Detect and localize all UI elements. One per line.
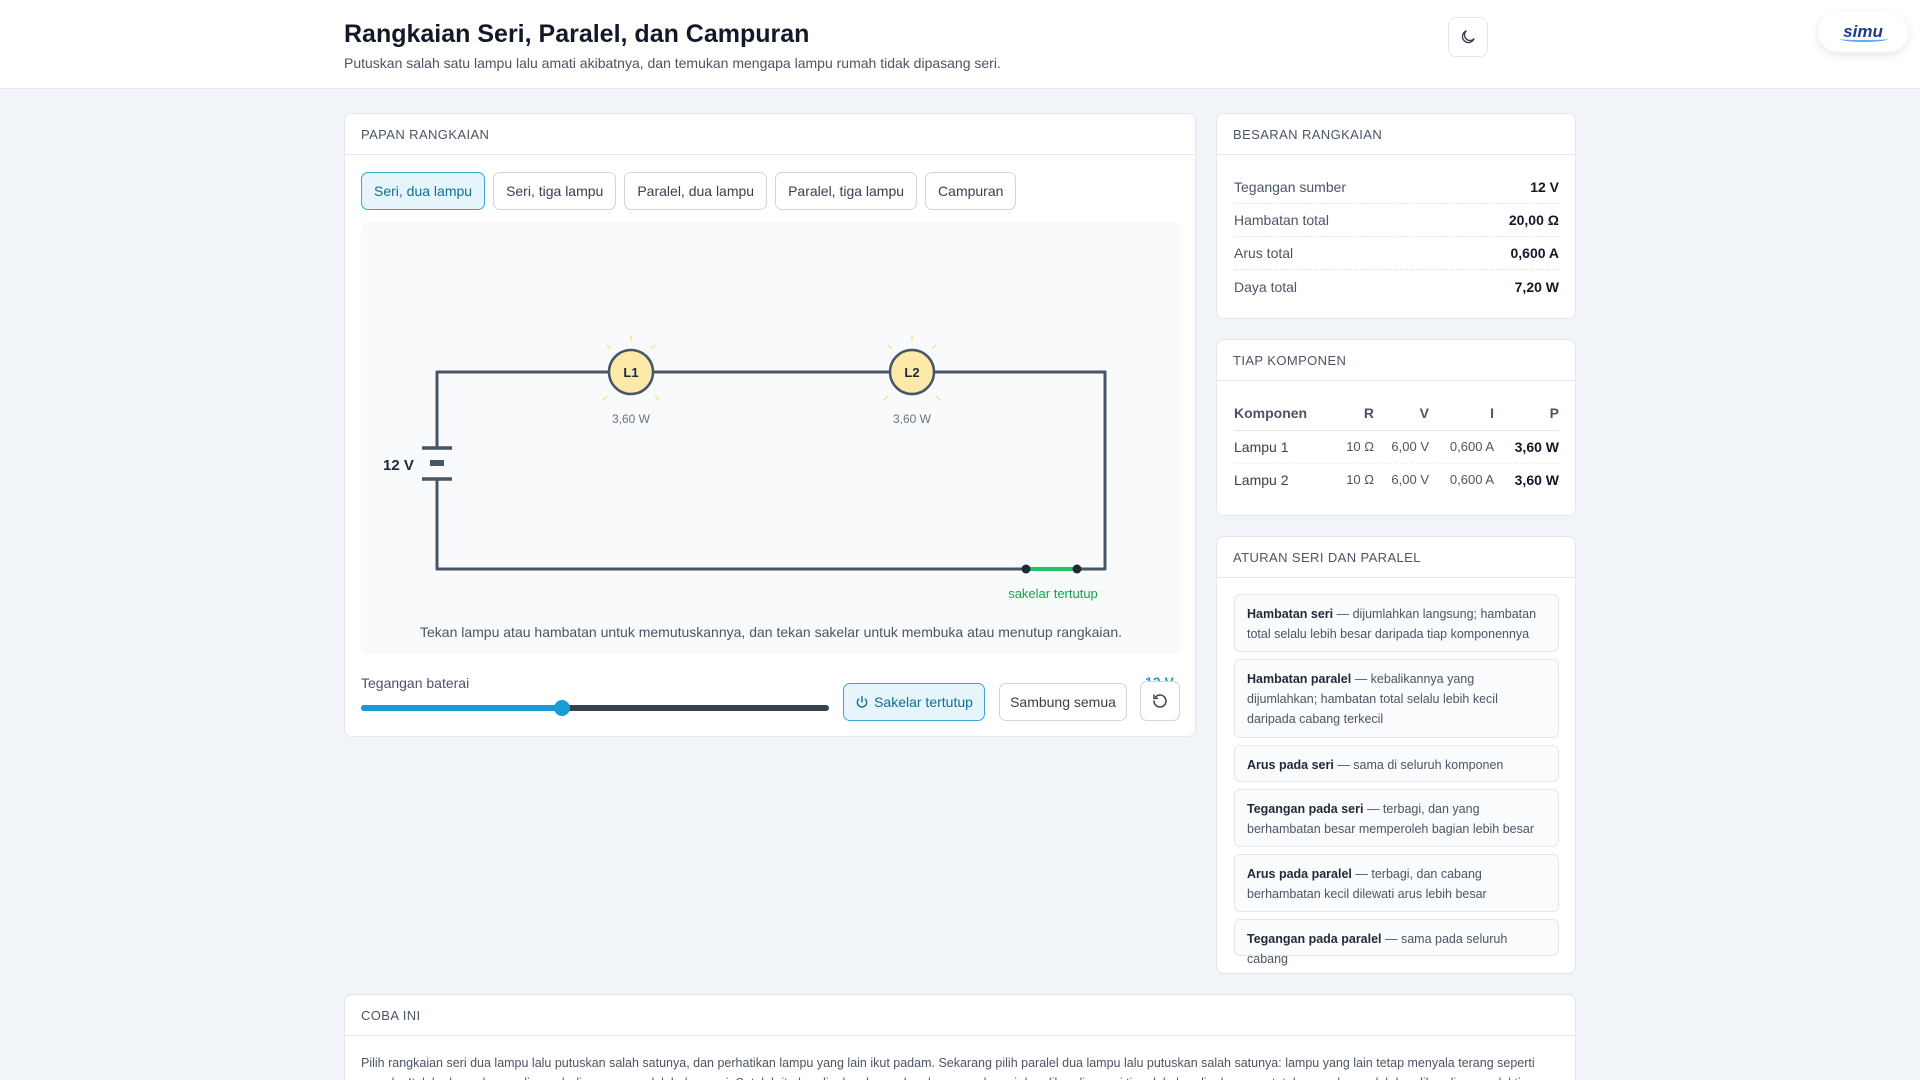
lamp-l2-power: 3,60 W (893, 412, 932, 426)
try-this-text: Pilih rangkaian seri dua lampu lalu putu… (361, 1056, 1538, 1080)
table-header-row: Komponen R V I P (1234, 396, 1559, 431)
battery[interactable] (422, 446, 452, 481)
quantity-label: Tegangan sumber (1234, 179, 1347, 195)
column-header: R (1334, 396, 1374, 431)
table-cell: Lampu 2 (1234, 471, 1289, 488)
brand-logo[interactable]: simu (1818, 12, 1908, 52)
quantity-row-total-current: Arus total 0,600 A (1234, 237, 1559, 270)
voltage-slider[interactable] (361, 700, 829, 716)
components-panel: TIAP KOMPONEN Komponen R V I P Lampu 1 1… (1216, 339, 1576, 516)
tab-mixed[interactable]: Campuran (925, 172, 1017, 210)
lamp-l2-label: L2 (904, 365, 919, 380)
column-header: V (1374, 396, 1429, 431)
circuit-board-panel: PAPAN RANGKAIAN Seri, dua lampu Seri, ti… (344, 113, 1196, 737)
column-header: P (1494, 396, 1559, 431)
circuit-switch[interactable] (1021, 564, 1106, 574)
lamp-l1-label: L1 (623, 365, 638, 380)
quantity-label: Daya total (1234, 278, 1298, 295)
quantity-label: Arus total (1234, 245, 1294, 261)
table-cell: 6,00 V (1374, 430, 1429, 464)
quantity-value: 0,600 A (1510, 245, 1559, 261)
table-cell: Lampu 1 (1234, 430, 1334, 464)
connect-all-button[interactable]: Sambung semua (999, 683, 1127, 721)
lamp-l2[interactable]: L2 (883, 336, 941, 401)
page-title: Rangkaian Seri, Paralel, dan Campuran (344, 20, 810, 48)
rules-title: ATURAN SERI DAN PARALEL (1217, 537, 1575, 578)
rule-term: Hambatan paralel (1247, 672, 1352, 686)
quantity-row-total-power: Daya total 7,20 W (1234, 270, 1559, 303)
table-cell: 10 Ω (1334, 430, 1374, 464)
rule-item: Hambatan paralel — kebalikannya yang dij… (1234, 659, 1559, 738)
rule-term: Tegangan pada paralel (1247, 932, 1382, 946)
components-table: Komponen R V I P Lampu 1 10 Ω 6,00 V 0,6… (1234, 396, 1559, 496)
column-header: Komponen (1234, 396, 1334, 431)
reset-icon (1153, 694, 1167, 708)
battery-voltage-label: 12 V (383, 457, 414, 474)
table-cell: 3,60 W (1494, 430, 1559, 464)
table-row: Lampu 2 10 Ω 6,00 V 0,600 A 3,60 W (1234, 463, 1559, 496)
components-title: TIAP KOMPONEN (1217, 340, 1575, 381)
rule-item: Arus pada seri — sama di seluruh kompone… (1234, 745, 1559, 782)
circuit-type-tabs: Seri, dua lampu Seri, tiga lampu Paralel… (361, 172, 1017, 210)
quantity-value: 7,20 W (1514, 278, 1559, 295)
tab-parallel-two-lamps[interactable]: Paralel, dua lampu (624, 172, 768, 210)
tab-series-two-lamps[interactable]: Seri, dua lampu (361, 172, 486, 210)
power-icon (856, 696, 868, 708)
rule-term: Hambatan seri (1247, 607, 1334, 621)
lamp-l1[interactable]: L1 (602, 336, 660, 401)
rule-text: — sama di seluruh komponen (1333, 758, 1504, 772)
table-cell: 6,00 V (1391, 472, 1429, 488)
board-hint: Tekan lampu atau hambatan untuk memutusk… (420, 624, 1122, 640)
quantity-row-total-resistance: Hambatan total 20,00 Ω (1234, 204, 1559, 237)
app-header: Rangkaian Seri, Paralel, dan Campuran Pu… (0, 0, 1920, 89)
board-title: PAPAN RANGKAIAN (345, 114, 1195, 155)
rule-item: Arus pada paralel — terbagi, dan cabang … (1234, 854, 1559, 912)
quantity-value: 20,00 Ω (1508, 212, 1559, 228)
page-subtitle: Putuskan salah satu lampu lalu amati aki… (344, 55, 1001, 71)
column-header: I (1429, 396, 1494, 431)
quantities-title: BESARAN RANGKAIAN (1217, 114, 1575, 155)
switch-status-label: sakelar tertutup (1008, 586, 1098, 601)
tab-series-three-lamps[interactable]: Seri, tiga lampu (493, 172, 617, 210)
dark-mode-toggle-button[interactable] (1448, 17, 1488, 57)
table-row: Lampu 1 10 Ω 6,00 V 0,600 A 3,60 W (1234, 430, 1559, 464)
voltage-slider-fill (361, 705, 563, 711)
rule-item: Hambatan seri — dijumlahkan langsung; ha… (1234, 594, 1559, 652)
table-cell: 0,600 A (1449, 472, 1494, 488)
moon-icon (1461, 30, 1475, 44)
rule-term: Arus pada paralel (1247, 867, 1352, 881)
rule-term: Arus pada seri (1247, 758, 1334, 772)
toggle-switch-button-label: Sakelar tertutup (874, 694, 973, 710)
lamp-l1-power: 3,60 W (612, 412, 651, 426)
try-this-title: COBA INI (345, 995, 1575, 1036)
quantity-label: Hambatan total (1234, 212, 1329, 228)
quantity-value: 12 V (1530, 179, 1559, 195)
rule-term: Tegangan pada seri (1247, 802, 1364, 816)
circuit-diagram: 12 V L1 3,60 W L2 3,60 W sakelar tertutu… (383, 336, 1107, 601)
reset-button[interactable] (1140, 681, 1180, 721)
rule-item: Tegangan pada paralel — sama pada seluru… (1234, 919, 1559, 966)
tab-parallel-three-lamps[interactable]: Paralel, tiga lampu (775, 172, 918, 210)
table-cell: 10 Ω (1346, 472, 1374, 488)
voltage-slider-thumb[interactable] (554, 700, 571, 716)
circuit-quantities-panel: BESARAN RANGKAIAN Tegangan sumber 12 V H… (1216, 113, 1576, 319)
voltage-slider-label: Tegangan baterai (361, 675, 470, 691)
rule-item: Tegangan pada seri — terbagi, dan yang b… (1234, 789, 1559, 847)
circuit-canvas: 12 V L1 3,60 W L2 3,60 W sakelar tertutu… (361, 222, 1181, 654)
quantity-row-source-voltage: Tegangan sumber 12 V (1234, 171, 1559, 204)
logo-swoosh-icon (1840, 36, 1888, 42)
table-cell: 3,60 W (1514, 471, 1559, 488)
rules-panel: ATURAN SERI DAN PARALEL Hambatan seri — … (1216, 536, 1576, 974)
try-this-panel: COBA INI Pilih rangkaian seri dua lampu … (344, 994, 1576, 1080)
table-cell: 0,600 A (1429, 430, 1494, 464)
toggle-switch-button[interactable]: Sakelar tertutup (843, 683, 985, 721)
